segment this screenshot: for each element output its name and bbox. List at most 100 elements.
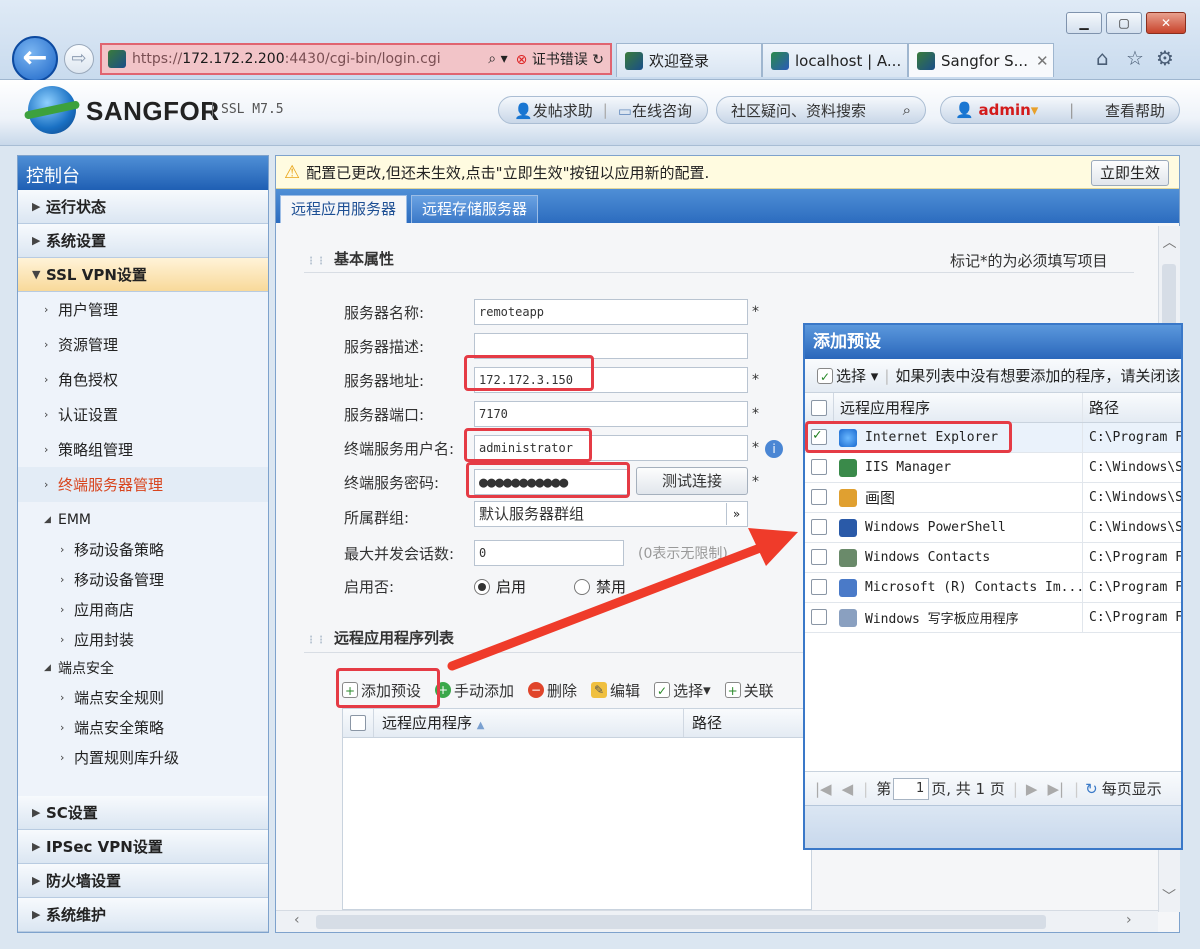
sidebar-section-ipsec[interactable]: ▶ IPSec VPN设置 [18,830,268,864]
tab-localhost[interactable]: localhost | A... [762,43,908,77]
address-bar[interactable]: https://172.172.2.200:4430/cgi-bin/login… [100,43,612,75]
sidebar-section-sc[interactable]: ▶ SC设置 [18,796,268,830]
community-search[interactable]: 社区疑问、资料搜索 ⌕ [716,96,926,124]
test-connection-button[interactable]: 测试连接 [636,467,748,495]
prev-page-icon[interactable]: ◀ [842,780,854,798]
dialog-col-path[interactable]: 路径 [1083,397,1181,418]
disable-radio[interactable]: 禁用 [574,576,626,597]
horizontal-scrollbar[interactable]: ‹ › [276,910,1158,932]
sidebar-section-firewall[interactable]: ▶ 防火墙设置 [18,864,268,898]
close-tab-icon[interactable]: ✕ [1036,52,1049,70]
dialog-row-iis[interactable]: IIS Manager C:\Windows\Sys [805,453,1181,483]
refresh-icon[interactable]: ↻ [1085,780,1098,798]
group-select[interactable]: 默认服务器群组 [474,501,748,527]
favorites-star-icon[interactable]: ☆ [1126,46,1144,70]
search-icon[interactable]: ⌕ [903,101,911,119]
iis-manager-icon [839,458,857,477]
sidebar-item-policy-group[interactable]: › 策略组管理 [18,432,268,467]
sidebar-section-sslvpn[interactable]: ▼ SSL VPN设置 [18,258,268,292]
chevron-double-right-icon[interactable]: » [726,503,746,525]
sidebar-item-terminal-server[interactable]: › 终端服务器管理 [18,467,268,502]
last-page-icon[interactable]: ▶| [1047,780,1064,798]
radio-off[interactable] [574,579,590,595]
page-number-input[interactable]: 1 [893,777,930,800]
max-sessions-hint: (0表示无限制) [638,546,728,562]
server-port-input[interactable]: 7170 [474,401,748,427]
tab-welcome[interactable]: 欢迎登录 [616,43,762,77]
maximize-button[interactable]: ▢ [1106,12,1142,34]
dialog-row-contacts[interactable]: Windows Contacts C:\Program Files [805,543,1181,573]
delete-button[interactable]: − 删除 [528,680,577,701]
sidebar-item-resource-mgmt[interactable]: › 资源管理 [18,327,268,362]
manual-add-button[interactable]: + 手动添加 [435,680,514,701]
sidebar-item-rulebase-upgrade[interactable]: › 内置规则库升级 [18,742,268,772]
row-checkbox[interactable] [811,609,827,625]
sidebar-section-status[interactable]: ▶ 运行状态 [18,190,268,224]
scroll-right-icon[interactable]: › [1126,912,1132,928]
next-page-icon[interactable]: ▶ [1026,780,1038,798]
minimize-button[interactable]: ▁ [1066,12,1102,34]
tab-remote-app-server[interactable]: 远程应用服务器 [280,195,408,223]
dialog-row-paint[interactable]: 画图 C:\Windows\Sys [805,483,1181,513]
radio-on[interactable] [474,579,490,595]
post-help-link[interactable]: 👤发帖求助 [514,100,593,121]
sidebar-item-app-wrap[interactable]: › 应用封装 [18,624,268,654]
sidebar-item-auth-settings[interactable]: › 认证设置 [18,397,268,432]
sidebar-item-role-auth[interactable]: › 角色授权 [18,362,268,397]
col-app-header[interactable]: 远程应用程序 ▲ [373,709,683,737]
settings-gear-icon[interactable]: ⚙ [1156,46,1174,70]
select-button[interactable]: ✓ 选择 ▾ [654,680,711,701]
dialog-select-all-checkbox[interactable] [805,399,833,417]
max-sessions-input[interactable]: 0 [474,540,624,566]
row-checkbox[interactable] [811,579,827,595]
enable-radio[interactable]: 启用 [474,576,526,597]
dialog-row-contacts-import[interactable]: Microsoft (R) Contacts Im... C:\Program … [805,573,1181,603]
dialog-row-wordpad[interactable]: Windows 写字板应用程序 C:\Program Files [805,603,1181,633]
apply-now-button[interactable]: 立即生效 [1090,160,1169,186]
row-checkbox[interactable] [811,519,827,535]
forward-button[interactable]: ⇨ [64,44,94,74]
info-icon[interactable]: i [765,440,783,458]
associate-button[interactable]: + 关联 [724,680,774,701]
search-icon[interactable]: ⌕ ▾ [488,51,507,67]
first-page-icon[interactable]: |◀ [815,780,832,798]
hscroll-thumb[interactable] [316,915,1046,929]
back-button[interactable]: ← [12,36,58,82]
divider [304,272,1134,273]
sidebar-item-mobile-mgmt[interactable]: › 移动设备管理 [18,564,268,594]
url-text: https://172.172.2.200:4430/cgi-bin/login… [132,51,441,67]
scroll-up-icon[interactable]: ︿ [1159,232,1180,252]
edit-button[interactable]: ✎ 编辑 [591,680,640,701]
view-help-link[interactable]: 查看帮助 [1105,100,1165,121]
sidebar-group-endpoint[interactable]: ◢ 端点安全 [18,654,268,682]
close-window-button[interactable]: ✕ [1146,12,1186,34]
home-icon[interactable]: ⌂ [1096,46,1109,70]
server-name-input[interactable]: remoteapp [474,299,748,325]
contacts-icon [839,548,857,567]
dialog-row-powershell[interactable]: Windows PowerShell C:\Windows\Sys [805,513,1181,543]
cert-error[interactable]: ⊗ 证书错误 ↻ [516,49,604,69]
online-consult-link[interactable]: ▭在线咨询 [618,100,692,121]
col-path-header[interactable]: 路径 [683,709,811,737]
dialog-col-app[interactable]: 远程应用程序 [833,393,1083,422]
tab-remote-storage-server[interactable]: 远程存储服务器 [411,195,539,223]
sidebar-item-endpoint-rules[interactable]: › 端点安全规则 [18,682,268,712]
scroll-left-icon[interactable]: ‹ [294,912,300,928]
highlight-box [464,355,594,391]
row-checkbox[interactable] [811,459,827,475]
sidebar-item-mobile-policy[interactable]: › 移动设备策略 [18,534,268,564]
sidebar-section-system[interactable]: ▶ 系统设置 [18,224,268,258]
dialog-select-button[interactable]: ✓ 选择 ▾ [817,365,878,386]
chevron-right-icon: › [60,720,65,734]
scroll-down-icon[interactable]: ﹀ [1159,886,1179,906]
tab-sangfor[interactable]: Sangfor S... ✕ [908,43,1054,77]
sidebar-item-app-store[interactable]: › 应用商店 [18,594,268,624]
user-menu[interactable]: 👤 admin▾ [955,101,1038,119]
sidebar-section-maintenance[interactable]: ▶ 系统维护 [18,898,268,932]
sidebar-item-endpoint-policy[interactable]: › 端点安全策略 [18,712,268,742]
row-checkbox[interactable] [811,549,827,565]
sidebar-item-user-mgmt[interactable]: › 用户管理 [18,292,268,327]
sidebar-group-emm[interactable]: ◢ EMM [18,506,268,534]
row-checkbox[interactable] [811,489,827,505]
select-all-checkbox[interactable] [343,714,373,732]
